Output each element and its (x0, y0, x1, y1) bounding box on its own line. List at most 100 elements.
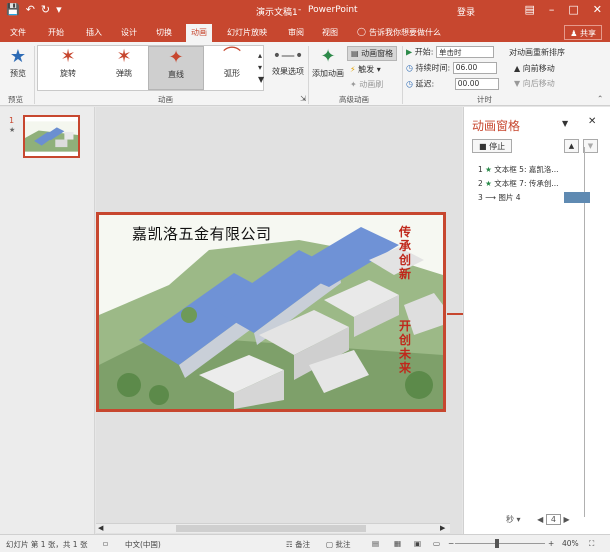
tab-review[interactable]: 审阅 (288, 27, 304, 38)
vertical-text-create[interactable]: 开创未来 (397, 319, 413, 375)
chevron-down-icon: ▾ (376, 65, 381, 74)
slide-thumbnail[interactable] (23, 115, 80, 158)
animation-item[interactable]: 1 ★ 文本框 5: 嘉凯洛... (478, 164, 559, 175)
animation-painter-button[interactable]: ✦ 动画刷 (350, 79, 383, 90)
tab-slideshow[interactable]: 幻灯片放映 (227, 27, 267, 38)
add-animation-button[interactable]: ✦ 添加动画 (312, 46, 344, 79)
chevron-down-icon[interactable]: ▾ (517, 515, 521, 524)
restore-icon[interactable]: □ (568, 3, 578, 16)
scroll-left-icon[interactable]: ◀ (98, 524, 103, 532)
slide-info: 幻灯片 第 1 张，共 1 张 (6, 540, 88, 549)
animation-item[interactable]: 2 ★ 文本框 7: 传承创... (478, 178, 559, 189)
pane-menu-icon[interactable]: ▼ (562, 119, 568, 128)
duration-input[interactable]: 06.00 (452, 62, 497, 74)
slide-number: 1 (9, 116, 15, 125)
animation-arc[interactable]: ⌒ 弧形 (204, 46, 260, 90)
login-link[interactable]: 登录 (457, 5, 475, 18)
page-prev-icon[interactable]: ◀ (537, 515, 543, 524)
zoom-level[interactable]: 40% (562, 539, 579, 548)
tab-design[interactable]: 设计 (121, 27, 137, 38)
star-icon: ✶ (116, 46, 132, 67)
comments-button[interactable]: ▢ 批注 (326, 539, 350, 550)
tab-transitions[interactable]: 切换 (156, 27, 172, 38)
tab-view[interactable]: 视图 (322, 27, 338, 38)
spellcheck-icon[interactable]: ▫ (103, 539, 108, 548)
zoom-slider-knob[interactable] (495, 539, 499, 548)
duration-row: ◷ 持续时间: 06.00 (406, 62, 497, 74)
zoom-slider[interactable] (455, 543, 545, 544)
comment-icon: ▢ (326, 540, 334, 549)
animation-spin[interactable]: ✶ 旋转 (40, 46, 96, 90)
move-earlier-button[interactable]: ▲ 向前移动 (514, 63, 555, 74)
delay-input[interactable]: 00.00 (454, 78, 499, 90)
factory-picture[interactable] (99, 215, 443, 409)
zoom-in-icon[interactable]: + (548, 539, 554, 548)
tab-insert[interactable]: 插入 (86, 27, 102, 38)
stop-icon: ■ (479, 142, 487, 151)
scroll-right-icon[interactable]: ▶ (440, 524, 445, 532)
normal-view-icon[interactable]: ▤ (372, 539, 379, 548)
move-up-button[interactable]: ▲ (564, 139, 579, 153)
move-down-button[interactable]: ▼ (583, 139, 598, 153)
move-later-button[interactable]: ▼ 向后移动 (514, 78, 555, 89)
reading-view-icon[interactable]: ▣ (414, 539, 421, 548)
dialog-launcher-icon[interactable]: ⇲ (300, 94, 306, 103)
stop-label: 停止 (489, 142, 506, 151)
start-select[interactable]: 单击时 (435, 46, 494, 58)
tab-file[interactable]: 文件 (10, 27, 26, 38)
effect-options-button[interactable]: •—• 效果选项 (270, 46, 306, 77)
collapse-ribbon-icon[interactable]: ⌃ (597, 94, 603, 103)
delay-row: ◷ 延迟: 00.00 (406, 78, 499, 90)
item-number: 2 (478, 179, 483, 188)
trigger-button[interactable]: ⚡ 触发 ▾ (350, 64, 381, 75)
tab-home[interactable]: 开始 (48, 27, 64, 38)
horizontal-scrollbar[interactable]: ◀ ▶ (96, 523, 450, 533)
star-icon: ★ (9, 46, 27, 67)
customize-icon[interactable]: ▾ (56, 3, 62, 16)
animation-pane-button[interactable]: ▤ 动画窗格 (347, 46, 398, 61)
slide-1[interactable]: 嘉凯洛五金有限公司 传承创新 开创未来 (96, 212, 446, 412)
group-separator (34, 46, 35, 104)
page-next-icon[interactable]: ▶ (563, 515, 569, 524)
animation-line[interactable]: ✦ 直线 (148, 46, 204, 90)
group-separator (308, 46, 309, 104)
slide-title-text[interactable]: 嘉凯洛五金有限公司 (132, 223, 272, 244)
zoom-out-icon[interactable]: − (448, 539, 454, 548)
slide-sorter-icon[interactable]: ▦ (394, 539, 401, 548)
minimize-icon[interactable]: – (549, 3, 555, 16)
green-star-icon: ★ (485, 179, 492, 188)
group-preview: 预览 (8, 95, 23, 104)
fit-slide-icon[interactable]: ⛶ (589, 539, 594, 549)
animation-pane: 动画窗格 ▼ ✕ ■ 停止 ▲ ▼ 1 ★ 文本框 5: 嘉凯洛... 2 ★ … (463, 107, 610, 534)
animation-label: 弹跳 (116, 69, 132, 78)
green-star-icon: ★ (485, 165, 492, 174)
redo-icon[interactable]: ↻ (41, 3, 50, 16)
tell-me-input[interactable]: 告诉我你想要做什么 (369, 27, 441, 38)
star-icon: ✶ (60, 46, 76, 67)
window-controls: ▤ – □ ✕ (524, 3, 602, 16)
stop-button[interactable]: ■ 停止 (472, 139, 513, 153)
preview-button[interactable]: ★ 预览 (6, 46, 30, 79)
gallery-scroll[interactable]: ▴ ▾ ▼ (258, 50, 266, 86)
path-arc-icon: ⌒ (223, 46, 241, 67)
scroll-thumb[interactable] (176, 525, 366, 532)
animation-bounce[interactable]: ✶ 弹跳 (96, 46, 152, 90)
vertical-text-inherit[interactable]: 传承创新 (397, 225, 413, 281)
tab-animations[interactable]: 动画 (186, 24, 212, 42)
language[interactable]: 中文(中国) (125, 539, 161, 550)
animation-label: 弧形 (224, 69, 240, 78)
ribbon-display-icon[interactable]: ▤ (524, 3, 534, 16)
animation-item[interactable]: 3 ⟶ 图片 4 (478, 192, 520, 203)
close-icon[interactable]: ✕ (593, 3, 602, 16)
save-icon[interactable]: 💾 (6, 3, 20, 16)
close-icon[interactable]: ✕ (588, 116, 596, 127)
slideshow-icon[interactable]: ▭ (433, 539, 440, 548)
share-label: 共享 (580, 29, 596, 38)
slide-thumbnail-panel: 1 ★ (0, 107, 95, 534)
notes-button[interactable]: ☶ 备注 (286, 539, 310, 550)
delay-clock-icon: ◷ (406, 79, 413, 89)
share-button[interactable]: ♟ 共享 (564, 25, 602, 40)
motion-path-icon: ⟶ (485, 193, 496, 202)
undo-icon[interactable]: ↶ (26, 3, 35, 16)
notes-icon: ☶ (286, 540, 293, 549)
